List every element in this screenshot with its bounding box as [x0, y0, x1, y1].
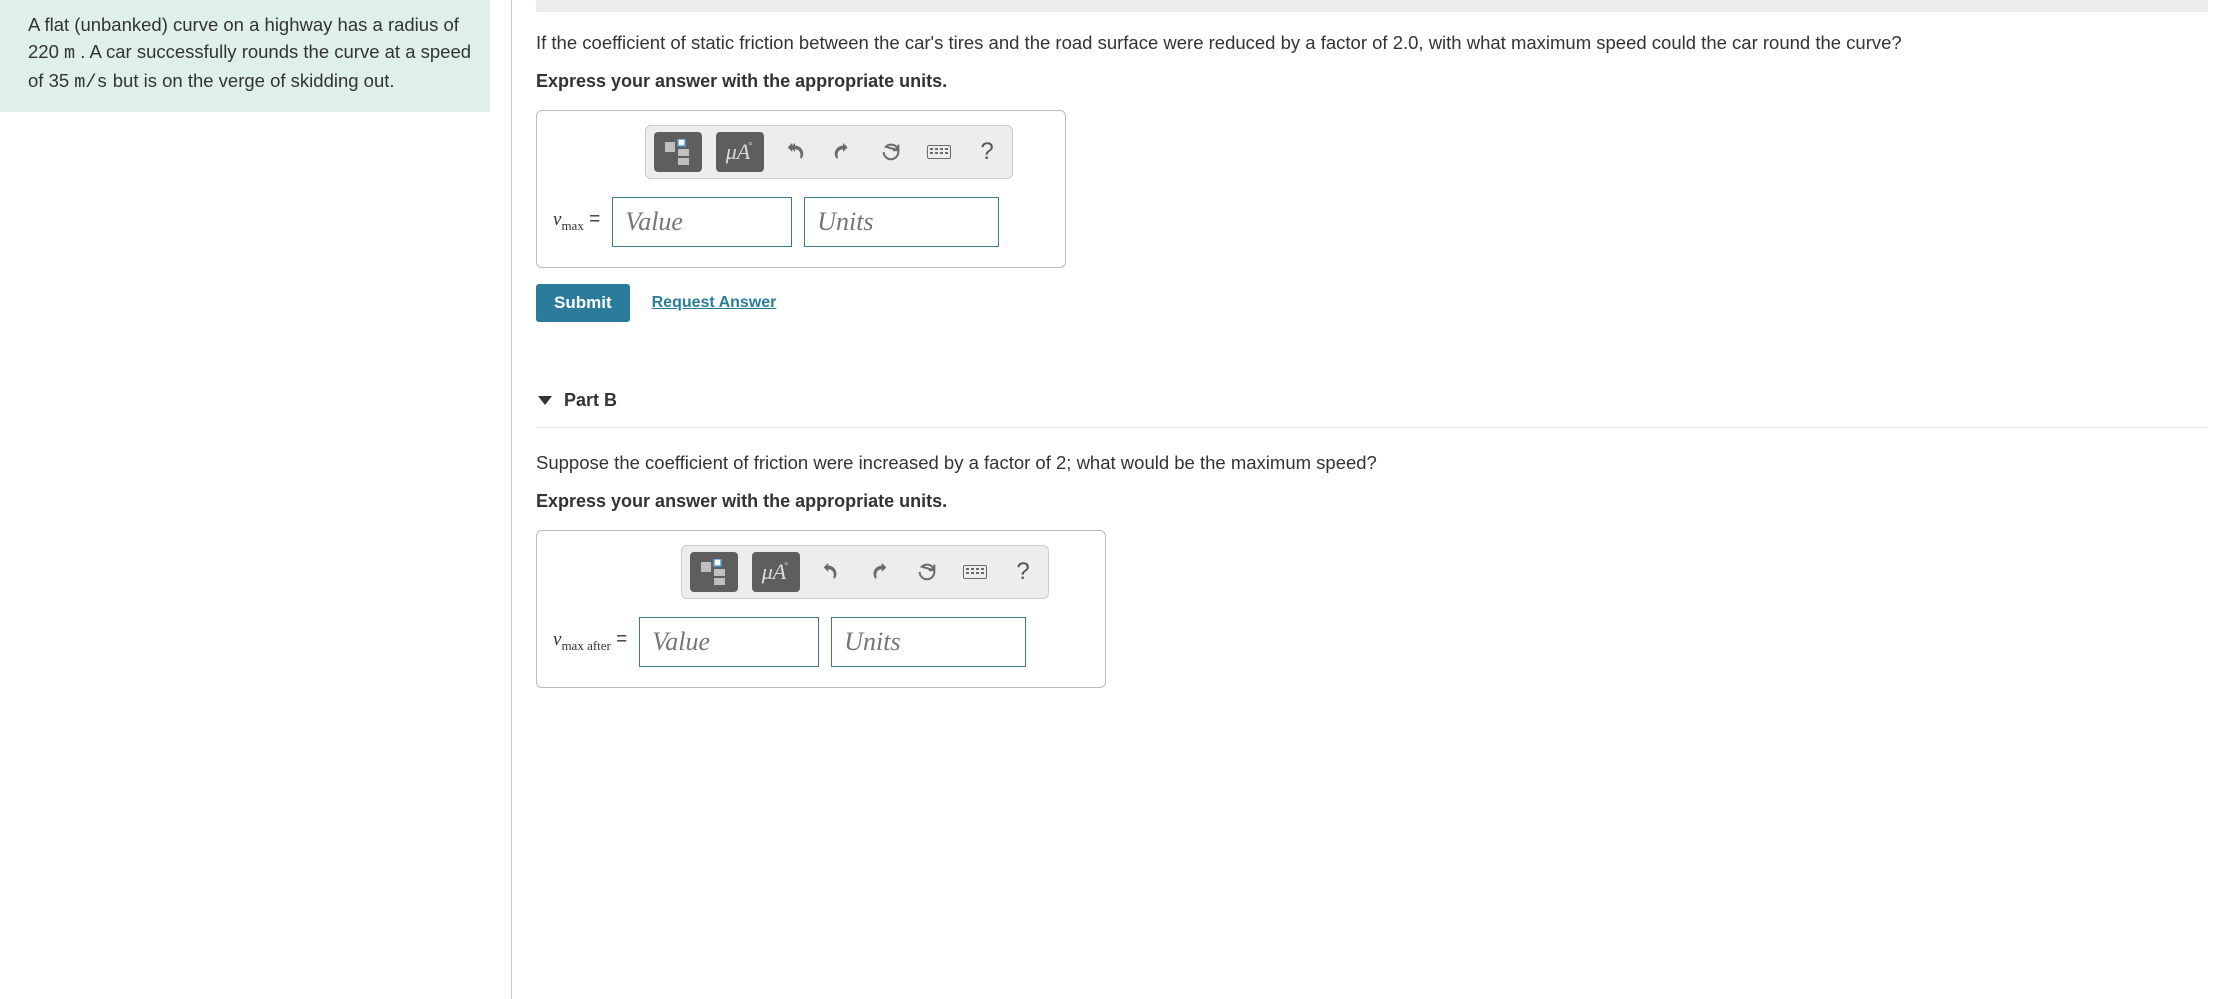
- submit-button[interactable]: Submit: [536, 284, 630, 322]
- problem-unit-ms: m/s: [74, 72, 107, 93]
- redo-button[interactable]: [826, 135, 860, 169]
- templates-icon: [663, 139, 693, 165]
- part-a-instruction: Express your answer with the appropriate…: [536, 71, 2208, 92]
- value-input[interactable]: [639, 617, 819, 667]
- redo-icon: [832, 141, 854, 163]
- problem-text-3: but is on the verge of skidding out.: [108, 70, 395, 91]
- var-sub: max: [561, 218, 583, 233]
- equals-sign: =: [611, 629, 627, 650]
- keyboard-icon: [963, 565, 987, 579]
- part-b-toolbar: μA° ?: [681, 545, 1049, 599]
- undo-icon: [820, 561, 842, 583]
- part-b-header[interactable]: Part B: [536, 380, 2208, 428]
- reset-button[interactable]: [910, 555, 944, 589]
- units-button[interactable]: μA°: [716, 132, 764, 172]
- templates-icon: [699, 559, 729, 585]
- problem-unit-m: m: [64, 43, 75, 64]
- units-icon: μA°: [762, 559, 790, 585]
- undo-button[interactable]: [778, 135, 812, 169]
- part-b-input-row: vmax after =: [553, 617, 1089, 667]
- value-input[interactable]: [612, 197, 792, 247]
- left-column: A flat (unbanked) curve on a highway has…: [0, 0, 490, 999]
- equals-sign: =: [584, 209, 600, 230]
- keyboard-button[interactable]: [922, 135, 956, 169]
- collapse-icon: [538, 396, 552, 405]
- redo-button[interactable]: [862, 555, 896, 589]
- templates-button[interactable]: [654, 132, 702, 172]
- page: A flat (unbanked) curve on a highway has…: [0, 0, 2238, 999]
- part-b-question: Suppose the coefficient of friction were…: [536, 450, 2208, 477]
- reset-icon: [916, 561, 938, 583]
- right-column: If the coefficient of static friction be…: [512, 0, 2238, 999]
- part-b-variable: vmax after =: [553, 629, 627, 654]
- units-input[interactable]: [831, 617, 1026, 667]
- part-a-toolbar: μA° ?: [645, 125, 1013, 179]
- keyboard-button[interactable]: [958, 555, 992, 589]
- help-icon: ?: [980, 138, 993, 166]
- units-icon: μA°: [726, 139, 754, 165]
- problem-statement: A flat (unbanked) curve on a highway has…: [0, 0, 490, 112]
- part-a-question: If the coefficient of static friction be…: [536, 30, 2208, 57]
- templates-button[interactable]: [690, 552, 738, 592]
- part-b-answer-box: μA° ? vmax af: [536, 530, 1106, 688]
- part-a-actions: Submit Request Answer: [536, 284, 2208, 322]
- request-answer-link[interactable]: Request Answer: [652, 294, 777, 312]
- undo-icon: [784, 141, 806, 163]
- undo-button[interactable]: [814, 555, 848, 589]
- reset-icon: [880, 141, 902, 163]
- help-button[interactable]: ?: [1006, 555, 1040, 589]
- keyboard-icon: [927, 145, 951, 159]
- part-a-answer-box: μA° ? vmax =: [536, 110, 1066, 268]
- top-gray-bar: [536, 0, 2208, 12]
- redo-icon: [868, 561, 890, 583]
- part-b-label: Part B: [564, 390, 617, 411]
- part-a-input-row: vmax =: [553, 197, 1049, 247]
- part-a-variable: vmax =: [553, 209, 600, 234]
- help-button[interactable]: ?: [970, 135, 1004, 169]
- reset-button[interactable]: [874, 135, 908, 169]
- part-b-instruction: Express your answer with the appropriate…: [536, 491, 2208, 512]
- units-button[interactable]: μA°: [752, 552, 800, 592]
- help-icon: ?: [1016, 558, 1029, 586]
- vertical-divider: [490, 0, 512, 999]
- var-sub: max after: [561, 638, 610, 653]
- units-input[interactable]: [804, 197, 999, 247]
